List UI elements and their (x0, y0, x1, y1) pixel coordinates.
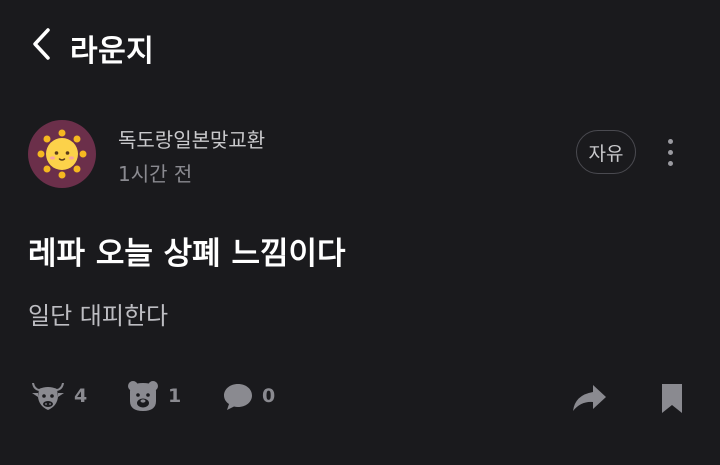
bear-reaction-button[interactable]: 1 (126, 376, 181, 416)
bear-icon (128, 381, 158, 411)
bull-count: 4 (74, 385, 88, 407)
page-title: 라운지 (70, 34, 155, 69)
author-name[interactable]: 독도랑일본맞교환 (118, 124, 265, 153)
top-bar: 라운지 (0, 0, 720, 90)
post-title: 레파 오늘 상폐 느낌이다 (28, 236, 346, 272)
sun-face-icon (37, 129, 87, 179)
category-tag[interactable]: 자유 (576, 130, 636, 174)
post-timestamp: 1시간 전 (118, 162, 193, 186)
avatar[interactable] (28, 120, 96, 188)
more-vertical-icon-dot (667, 149, 673, 155)
more-options-button[interactable] (658, 132, 682, 172)
chevron-left-icon (33, 28, 50, 60)
bear-count: 1 (168, 385, 182, 407)
bookmark-button[interactable] (656, 378, 688, 418)
share-icon (573, 385, 606, 411)
share-button[interactable] (570, 380, 608, 416)
post-author-row: 독도랑일본맞교환 1시간 전 자유 (28, 120, 692, 188)
comment-button[interactable]: 0 (222, 376, 275, 416)
bookmark-icon (662, 384, 682, 413)
comment-count: 0 (262, 385, 276, 407)
comment-icon (224, 384, 252, 410)
lounge-post-screen: 라운지 독도랑일본맞교환 1시간 전 자유 레파 오늘 상폐 느낌이다 일단 대… (0, 0, 720, 465)
post-body: 일단 대피한다 (28, 302, 169, 330)
more-vertical-icon-dot (667, 160, 673, 166)
bull-reaction-button[interactable]: 4 (30, 376, 87, 416)
back-button[interactable] (22, 24, 62, 64)
more-vertical-icon (667, 138, 673, 144)
post-actions-bar: 4 1 0 (0, 370, 720, 426)
bull-icon (32, 383, 64, 410)
